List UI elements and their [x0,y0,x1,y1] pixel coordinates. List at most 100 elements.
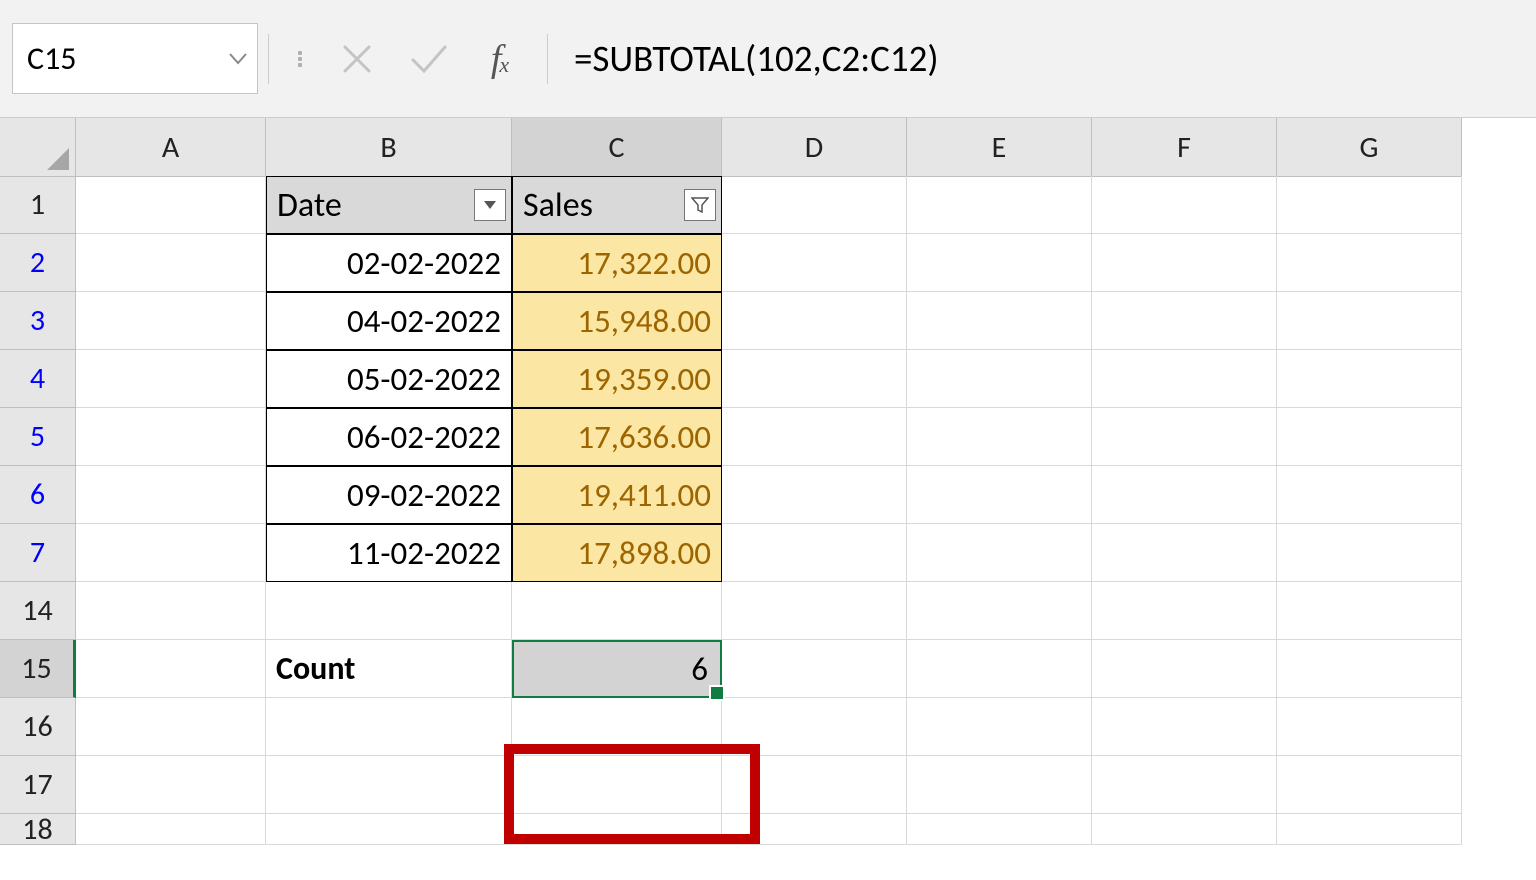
cell-E2[interactable] [907,234,1092,292]
cell-G2[interactable] [1277,234,1462,292]
cell-D7[interactable] [722,524,907,582]
row-header-2[interactable]: 2 [0,234,76,292]
cell-D17[interactable] [722,756,907,814]
cell-D14[interactable] [722,582,907,640]
col-header-D[interactable]: D [722,118,907,177]
row-header-18[interactable]: 18 [0,814,76,845]
cell-D16[interactable] [722,698,907,756]
cell-C4[interactable]: 19,359.00 [512,350,722,408]
cell-F14[interactable] [1092,582,1277,640]
cell-D2[interactable] [722,234,907,292]
cell-A14[interactable] [76,582,266,640]
cell-G6[interactable] [1277,466,1462,524]
cell-C15[interactable]: 6 [512,640,722,698]
cell-C14[interactable] [512,582,722,640]
col-header-C[interactable]: C [512,118,722,179]
row-header-4[interactable]: 4 [0,350,76,408]
row-header-1[interactable]: 1 [0,176,76,234]
cell-F1[interactable] [1092,176,1277,234]
cell-C17[interactable] [512,756,722,814]
cell-E5[interactable] [907,408,1092,466]
cell-A7[interactable] [76,524,266,582]
cell-F5[interactable] [1092,408,1277,466]
cell-C7[interactable]: 17,898.00 [512,524,722,582]
filter-active-button[interactable] [684,189,716,221]
cell-D6[interactable] [722,466,907,524]
cell-F3[interactable] [1092,292,1277,350]
cell-G5[interactable] [1277,408,1462,466]
row-header-17[interactable]: 17 [0,756,76,814]
cell-D15[interactable] [722,640,907,698]
cell-B6[interactable]: 09-02-2022 [266,466,512,524]
cell-E4[interactable] [907,350,1092,408]
cell-G17[interactable] [1277,756,1462,814]
cell-E7[interactable] [907,524,1092,582]
cell-B15[interactable]: Count [266,640,512,698]
row-header-7[interactable]: 7 [0,524,76,582]
cell-D1[interactable] [722,176,907,234]
row-header-3[interactable]: 3 [0,292,76,350]
cell-E17[interactable] [907,756,1092,814]
select-all-button[interactable] [0,118,76,177]
cell-F15[interactable] [1092,640,1277,698]
cell-A5[interactable] [76,408,266,466]
row-header-14[interactable]: 14 [0,582,76,640]
cell-G16[interactable] [1277,698,1462,756]
cell-A2[interactable] [76,234,266,292]
cell-B18[interactable] [266,814,512,845]
cell-E15[interactable] [907,640,1092,698]
row-header-6[interactable]: 6 [0,466,76,524]
col-header-G[interactable]: G [1277,118,1462,177]
cell-B1[interactable]: Date [266,176,512,234]
row-header-16[interactable]: 16 [0,698,76,756]
cell-B2[interactable]: 02-02-2022 [266,234,512,292]
cell-B16[interactable] [266,698,512,756]
cell-E3[interactable] [907,292,1092,350]
cell-E16[interactable] [907,698,1092,756]
cell-C16[interactable] [512,698,722,756]
cell-F7[interactable] [1092,524,1277,582]
cell-D4[interactable] [722,350,907,408]
col-header-F[interactable]: F [1092,118,1277,177]
cell-E6[interactable] [907,466,1092,524]
row-header-15[interactable]: 15 [0,640,76,698]
cell-A1[interactable] [76,176,266,234]
cell-C5[interactable]: 17,636.00 [512,408,722,466]
cell-B7[interactable]: 11-02-2022 [266,524,512,582]
cell-F4[interactable] [1092,350,1277,408]
cell-B14[interactable] [266,582,512,640]
filter-dropdown-button[interactable] [474,189,506,221]
cell-C1[interactable]: Sales [512,176,722,234]
col-header-B[interactable]: B [266,118,512,177]
cell-G7[interactable] [1277,524,1462,582]
cell-A4[interactable] [76,350,266,408]
cell-A3[interactable] [76,292,266,350]
cancel-button[interactable] [321,23,393,94]
cell-C15-wrapper[interactable]: 6 [512,640,722,698]
cell-G14[interactable] [1277,582,1462,640]
cell-G15[interactable] [1277,640,1462,698]
cell-C6[interactable]: 19,411.00 [512,466,722,524]
cell-F18[interactable] [1092,814,1277,845]
cell-B3[interactable]: 04-02-2022 [266,292,512,350]
cell-A17[interactable] [76,756,266,814]
cell-B4[interactable]: 05-02-2022 [266,350,512,408]
cell-A6[interactable] [76,466,266,524]
cell-E14[interactable] [907,582,1092,640]
cell-B17[interactable] [266,756,512,814]
cell-D18[interactable] [722,814,907,845]
cell-A18[interactable] [76,814,266,845]
cell-G4[interactable] [1277,350,1462,408]
cell-E18[interactable] [907,814,1092,845]
cell-D3[interactable] [722,292,907,350]
cell-A16[interactable] [76,698,266,756]
cell-F17[interactable] [1092,756,1277,814]
cell-G18[interactable] [1277,814,1462,845]
cell-A15[interactable] [76,640,266,698]
cell-F2[interactable] [1092,234,1277,292]
fx-button[interactable]: fx [465,23,537,94]
cell-G3[interactable] [1277,292,1462,350]
cell-C18[interactable] [512,814,722,845]
cell-B5[interactable]: 06-02-2022 [266,408,512,466]
cell-F16[interactable] [1092,698,1277,756]
